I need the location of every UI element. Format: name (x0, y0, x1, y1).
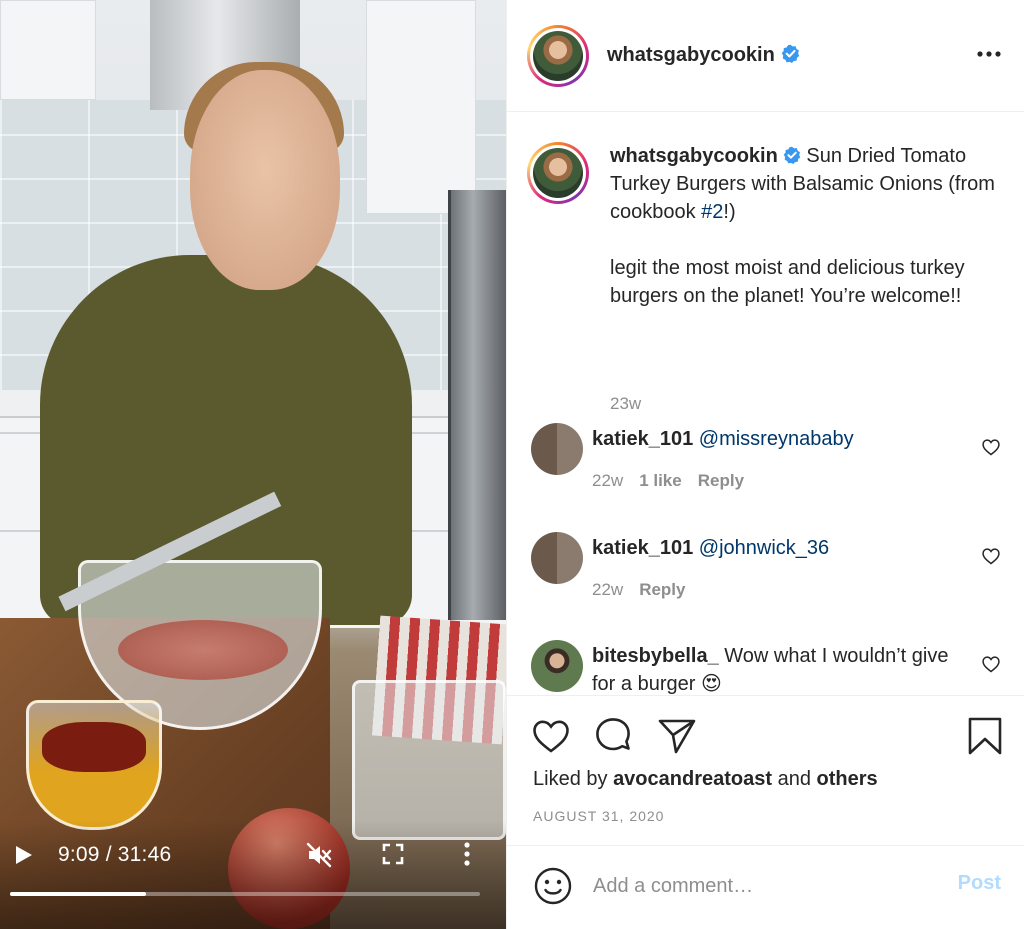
upper-cabinet-left (0, 0, 96, 100)
comment-meta: 22w Reply (592, 580, 701, 600)
play-icon[interactable] (12, 844, 34, 866)
caption-avatar[interactable] (527, 142, 589, 204)
bookmark-icon[interactable] (965, 716, 1005, 756)
video-progress-bar[interactable] (10, 892, 480, 896)
video-player[interactable]: 9:09 / 31:46 (0, 0, 506, 929)
comment-meta: 22w 1 like Reply (592, 471, 760, 491)
muted-speaker-icon[interactable] (304, 840, 334, 870)
person-face (190, 70, 340, 290)
comment-composer: Post (507, 845, 1024, 929)
comment-username[interactable]: katiek_101 (592, 428, 693, 450)
comment-likes[interactable]: 1 like (639, 471, 682, 490)
post-date[interactable]: AUGUST 31, 2020 (533, 808, 664, 824)
header-username[interactable]: whatsgabycookin (607, 44, 800, 67)
heart-icon[interactable] (981, 654, 1001, 674)
verified-badge-icon (781, 44, 799, 63)
emoji-icon[interactable] (533, 866, 573, 906)
comment-age[interactable]: 22w (592, 580, 623, 599)
post-button[interactable]: Post (958, 872, 1001, 895)
post-header: whatsgabycookin (507, 0, 1024, 112)
comment-avatar[interactable] (531, 423, 583, 475)
share-paper-plane-icon[interactable] (657, 716, 697, 756)
comment-reply-button[interactable]: Reply (639, 580, 685, 599)
video-progress-fill (10, 892, 147, 896)
comment-text: katiek_101 @johnwick_36 (592, 534, 952, 562)
comment-reply-button[interactable]: Reply (698, 471, 744, 490)
instagram-post: 9:09 / 31:46 whatsgabycookin whatsgabyco… (0, 0, 1024, 929)
caption-hashtag[interactable]: #2 (701, 201, 723, 223)
header-avatar[interactable] (527, 25, 589, 87)
heart-icon[interactable] (981, 437, 1001, 457)
comment-username[interactable]: bitesbybella_ (592, 645, 719, 667)
comment-avatar[interactable] (531, 640, 583, 692)
post-side-panel: whatsgabycookin whatsgabycookin Sun Drie… (506, 0, 1024, 929)
liked-by-others[interactable]: others (817, 768, 878, 790)
liked-by: Liked by avocandreatoast and others (533, 768, 878, 790)
comment-text: bitesbybella_ Wow what I wouldn’t give f… (592, 642, 952, 695)
turkey-mixture (118, 620, 288, 680)
glass-dish (352, 680, 506, 840)
fullscreen-icon[interactable] (382, 843, 404, 865)
more-options-icon[interactable] (975, 44, 1003, 64)
comment-text: katiek_101 @missreynababy (592, 425, 952, 453)
caption-body: legit the most moist and delicious turke… (610, 257, 965, 307)
caption-title-end: !) (723, 201, 736, 223)
video-time: 9:09 / 31:46 (58, 843, 172, 866)
heart-icon[interactable] (981, 546, 1001, 566)
caption-age[interactable]: 23w (610, 394, 641, 414)
controls-gradient (0, 820, 506, 929)
post-actions: Liked by avocandreatoast and others AUGU… (507, 695, 1024, 845)
comment-input[interactable] (593, 868, 923, 904)
caption-text: whatsgabycookin Sun Dried Tomato Turkey … (610, 142, 995, 310)
like-heart-icon[interactable] (531, 716, 571, 756)
verified-badge-icon (783, 146, 801, 164)
comment-avatar[interactable] (531, 532, 583, 584)
comment-mention[interactable]: @missreynababy (699, 428, 854, 450)
comments-scroll-area[interactable]: whatsgabycookin Sun Dried Tomato Turkey … (507, 113, 1024, 695)
comment-bubble-icon[interactable] (593, 716, 633, 756)
liked-by-user[interactable]: avocandreatoast (613, 768, 772, 790)
comment-mention[interactable]: @johnwick_36 (699, 537, 829, 559)
caption-username[interactable]: whatsgabycookin (610, 145, 778, 167)
upper-cabinet-right (366, 0, 476, 214)
sun-dried-tomatoes (42, 722, 146, 772)
video-more-icon[interactable] (460, 840, 474, 868)
comment-age[interactable]: 22w (592, 471, 623, 490)
comment-username[interactable]: katiek_101 (592, 537, 693, 559)
oven (448, 190, 506, 620)
